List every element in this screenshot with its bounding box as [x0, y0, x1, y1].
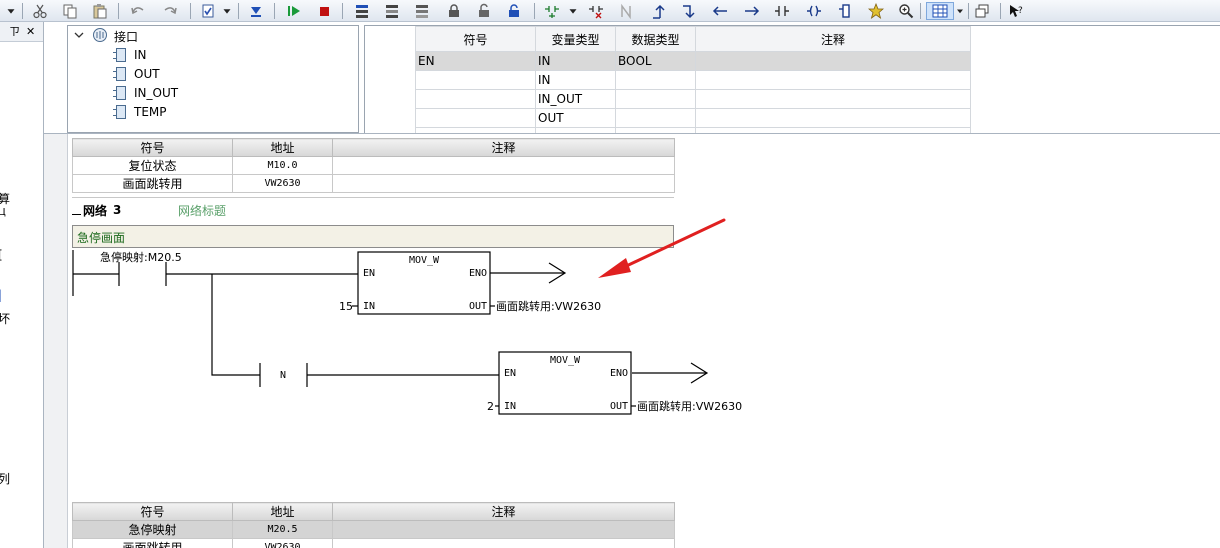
symbol-table-header: 符号 地址 注释	[72, 502, 675, 521]
ladder-diagram: 急停映射:M20.5 MOV_W EN ENO IN OUT 15 画面跳转用:…	[72, 218, 742, 415]
table-row[interactable]: 画面跳转用 VW2630	[72, 538, 675, 548]
symbol-table-bottom: 符号 地址 注释 急停映射 M20.5 画面跳转用 VW2630	[72, 502, 675, 548]
box-pin-eno: ENO	[610, 368, 628, 379]
box-title: MOV_W	[550, 355, 581, 366]
column-header: 符号	[72, 502, 233, 521]
table-cell: 画面跳转用	[72, 538, 233, 548]
mov-w-box-2[interactable]: MOV_W EN ENO IN OUT	[498, 351, 632, 415]
annotation-arrow-icon	[598, 218, 726, 278]
n-contact-label[interactable]: N	[280, 370, 286, 381]
table-cell	[332, 520, 675, 539]
box-pin-en: EN	[363, 268, 375, 279]
table-cell: VW2630	[232, 538, 333, 548]
table-cell: M20.5	[232, 520, 333, 539]
box-in-value[interactable]: 15	[339, 300, 353, 313]
box-pin-in: IN	[504, 401, 516, 412]
box-out-value[interactable]: 画面跳转用:VW2630	[637, 399, 742, 413]
box-title: MOV_W	[409, 255, 440, 266]
box-pin-out: OUT	[469, 301, 487, 312]
box-pin-en: EN	[504, 368, 516, 379]
table-cell: 急停映射	[72, 520, 233, 539]
box-pin-in: IN	[363, 301, 375, 312]
column-header: 注释	[332, 502, 675, 521]
box-out-value[interactable]: 画面跳转用:VW2630	[496, 299, 601, 313]
contact-label[interactable]: 急停映射:M20.5	[100, 250, 182, 264]
box-pin-eno: ENO	[469, 268, 487, 279]
table-cell	[332, 538, 675, 548]
box-pin-out: OUT	[610, 401, 628, 412]
column-header: 地址	[232, 502, 333, 521]
mov-w-box-1[interactable]: MOV_W EN ENO IN OUT	[357, 251, 491, 315]
box-in-value[interactable]: 2	[487, 400, 494, 413]
table-row[interactable]: 急停映射 M20.5	[72, 520, 675, 539]
